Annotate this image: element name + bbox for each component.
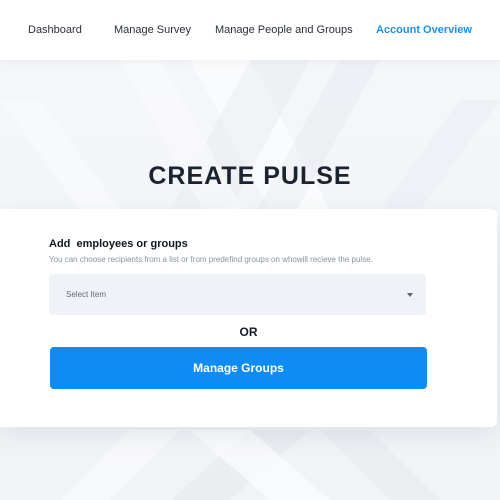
top-navigation: Dashboard Manage Survey Manage People an… <box>0 0 500 60</box>
nav-account-overview[interactable]: Account Overview <box>376 24 472 36</box>
page-title: CREATE PULSE <box>148 162 352 190</box>
page: Dashboard Manage Survey Manage People an… <box>0 0 500 500</box>
select-value: Select Item <box>66 290 107 299</box>
nav-manage-survey[interactable]: Manage Survey <box>114 24 191 36</box>
card-description: You can choose recipients from a list or… <box>49 255 373 264</box>
manage-groups-button[interactable]: Manage Groups <box>50 347 427 389</box>
or-divider-label: OR <box>239 325 258 339</box>
add-recipients-card: Add employees or groups You can choose r… <box>0 209 497 427</box>
caret-down-icon <box>407 293 413 297</box>
nav-manage-people-groups[interactable]: Manage People and Groups <box>215 24 353 36</box>
card-heading: Add employees or groups <box>49 238 188 250</box>
nav-dashboard[interactable]: Dashboard <box>28 24 82 36</box>
select-item-dropdown[interactable]: Select Item <box>49 274 426 315</box>
